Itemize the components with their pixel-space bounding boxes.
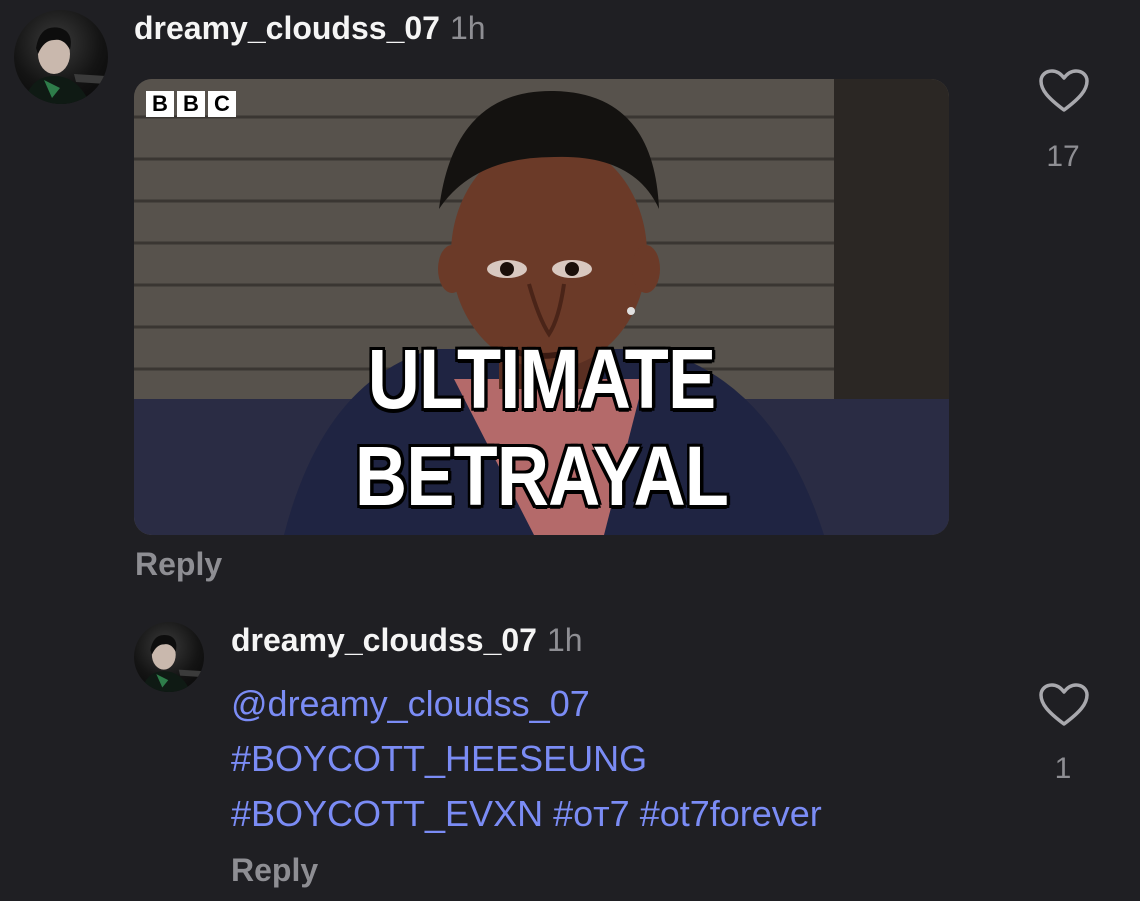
- reply-body: @dreamy_cloudss_07 #BOYCOTT_HEESEUNG #BO…: [231, 676, 822, 841]
- gif-caption: ULTIMATE BETRAYAL: [354, 332, 729, 523]
- bbc-logo-letter: B: [146, 91, 174, 117]
- avatar-image: [24, 27, 106, 104]
- reply-username-text[interactable]: dreamy_cloudss_07: [231, 622, 537, 658]
- reply-time: 1h: [546, 622, 583, 658]
- hashtag-link[interactable]: #ot7forever: [640, 793, 822, 834]
- comment-time: 1h: [449, 10, 486, 46]
- comment-username-text[interactable]: dreamy_cloudss_07: [134, 10, 440, 46]
- comment-gif[interactable]: B B C ULTIMATE BETRAYAL: [134, 79, 949, 535]
- hashtag-link[interactable]: #oт7: [553, 793, 630, 834]
- reply-avatar-image: [141, 634, 203, 692]
- mention-link[interactable]: @dreamy_cloudss_07: [231, 683, 590, 724]
- comment-reply-button[interactable]: Reply: [135, 546, 222, 583]
- comment-like-count: 17: [1046, 140, 1080, 173]
- bbc-logo: B B C: [146, 91, 236, 117]
- bbc-logo-letter: B: [177, 91, 205, 117]
- hashtag-link[interactable]: #BOYCOTT_EVXN: [231, 793, 543, 834]
- reply-avatar[interactable]: [134, 622, 204, 692]
- avatar[interactable]: [14, 10, 108, 104]
- hashtag-link[interactable]: #BOYCOTT_HEESEUNG: [231, 738, 647, 779]
- comment-like-heart-icon[interactable]: [1038, 68, 1090, 114]
- comment-username[interactable]: dreamy_cloudss_07 1h: [134, 10, 486, 47]
- reply-like-count: 1: [1054, 752, 1072, 785]
- reply-username[interactable]: dreamy_cloudss_07 1h: [231, 622, 583, 659]
- reply-reply-button[interactable]: Reply: [231, 852, 318, 889]
- reply-like-heart-icon[interactable]: [1038, 682, 1090, 728]
- bbc-logo-letter: C: [208, 91, 236, 117]
